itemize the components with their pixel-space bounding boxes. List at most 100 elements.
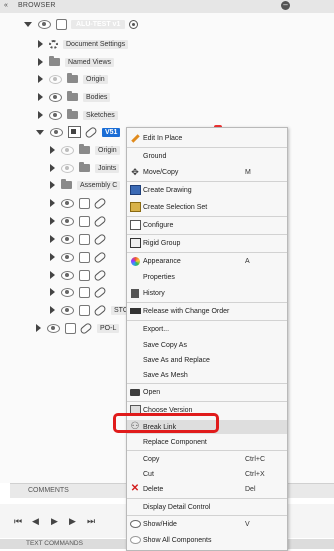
- menu-item-display-detail-control[interactable]: Display Detail Control: [127, 500, 287, 514]
- visibility-eye-icon[interactable]: [61, 252, 74, 262]
- menu-separator: [127, 216, 287, 217]
- menu-item-label: Create Drawing: [143, 186, 192, 194]
- link-icon: [93, 285, 107, 299]
- visibility-eye-icon[interactable]: [61, 270, 74, 280]
- menu-item-move-copy[interactable]: ✥ Move/Copy M: [127, 165, 287, 179]
- expand-caret-icon[interactable]: [38, 93, 43, 101]
- visibility-eye-icon[interactable]: [61, 198, 74, 208]
- tree-item-sub-origin[interactable]: Origin: [50, 143, 120, 157]
- tree-item-joints[interactable]: Joints: [50, 161, 120, 175]
- tree-item-subcomponent[interactable]: [50, 250, 111, 264]
- menu-item-save-as-replace[interactable]: Save As and Replace: [127, 353, 287, 367]
- visibility-eye-icon[interactable]: [49, 110, 62, 120]
- expand-caret-icon[interactable]: [50, 181, 55, 189]
- expand-caret-icon[interactable]: [38, 40, 43, 48]
- menu-item-edit-in-place[interactable]: Edit In Place: [127, 131, 287, 145]
- tree-item-sketches[interactable]: Sketches: [38, 108, 118, 122]
- tree-item-subcomponent[interactable]: [50, 268, 111, 282]
- tree-item-document-settings[interactable]: Document Settings: [38, 37, 129, 51]
- activate-radio-icon[interactable]: [129, 19, 139, 29]
- expand-caret-icon[interactable]: [50, 199, 55, 207]
- menu-separator: [127, 147, 287, 148]
- expand-caret-icon[interactable]: [50, 288, 55, 296]
- expand-caret-icon[interactable]: [50, 146, 55, 154]
- menu-item-create-drawing[interactable]: Create Drawing: [127, 183, 287, 197]
- menu-item-show-hide[interactable]: Show/Hide V: [127, 517, 287, 531]
- expand-caret-icon[interactable]: [50, 164, 55, 172]
- tree-item-selected-component[interactable]: V51: [36, 125, 121, 139]
- minimize-icon[interactable]: –: [281, 1, 290, 10]
- link-icon: [84, 125, 98, 139]
- expand-caret-icon[interactable]: [24, 21, 32, 27]
- expand-caret-icon[interactable]: [50, 235, 55, 243]
- expand-caret-icon[interactable]: [50, 271, 55, 279]
- tree-item-origin[interactable]: Origin: [38, 72, 108, 86]
- visibility-eye-icon[interactable]: [38, 19, 51, 29]
- menu-separator: [127, 302, 287, 303]
- expand-caret-icon[interactable]: [38, 58, 43, 66]
- menu-item-save-copy-as[interactable]: Save Copy As: [127, 338, 287, 352]
- go-to-end-icon[interactable]: ⏭: [87, 516, 95, 527]
- play-icon[interactable]: ▶: [51, 516, 58, 527]
- folder-icon: [67, 91, 78, 101]
- expand-caret-icon[interactable]: [36, 324, 41, 332]
- menu-item-show-all-components[interactable]: Show All Components: [127, 533, 287, 547]
- menu-item-replace-component[interactable]: Replace Component: [127, 435, 287, 449]
- expand-caret-icon[interactable]: [38, 111, 43, 119]
- visibility-eye-icon[interactable]: [49, 92, 62, 102]
- menu-item-shortcut: A: [245, 257, 250, 265]
- menu-item-cut[interactable]: Cut Ctrl+X: [127, 467, 287, 481]
- menu-item-create-selection-set[interactable]: Create Selection Set: [127, 200, 287, 214]
- visibility-eye-icon[interactable]: [61, 305, 74, 315]
- expand-caret-icon[interactable]: [50, 253, 55, 261]
- menu-item-configure[interactable]: Configure: [127, 218, 287, 232]
- rigid-group-icon: [129, 238, 141, 248]
- visibility-eye-icon[interactable]: [47, 323, 60, 333]
- visibility-eye-icon[interactable]: [61, 287, 74, 297]
- menu-item-ground[interactable]: Ground: [127, 149, 287, 163]
- collapse-icon[interactable]: «: [4, 2, 8, 9]
- component-icon: [79, 215, 90, 227]
- menu-separator: [127, 515, 287, 516]
- menu-item-label: Save As Mesh: [143, 371, 188, 379]
- menu-item-export[interactable]: Export...: [127, 322, 287, 336]
- tree-item-named-views[interactable]: Named Views: [38, 55, 115, 69]
- menu-item-save-as-mesh[interactable]: Save As Mesh: [127, 368, 287, 382]
- visibility-eye-icon[interactable]: [50, 127, 63, 137]
- step-forward-icon[interactable]: ▶: [69, 516, 76, 527]
- folder-icon: [79, 162, 90, 172]
- tree-root-row[interactable]: ALU-TEST v1: [24, 17, 139, 31]
- menu-item-release-change-order[interactable]: Release with Change Order: [127, 304, 287, 318]
- go-to-start-icon[interactable]: ⏮: [14, 516, 22, 527]
- menu-separator: [127, 320, 287, 321]
- tree-item-label: Document Settings: [63, 39, 129, 49]
- expand-caret-icon[interactable]: [50, 306, 55, 314]
- selection-set-icon: [129, 202, 141, 212]
- step-back-icon[interactable]: ◀: [32, 516, 39, 527]
- tree-item-bodies[interactable]: Bodies: [38, 90, 111, 104]
- tree-item-stock[interactable]: STOC: [50, 303, 137, 317]
- menu-item-appearance[interactable]: Appearance A: [127, 254, 287, 268]
- menu-item-open[interactable]: Open: [127, 385, 287, 399]
- tree-item-subcomponent[interactable]: [50, 214, 111, 228]
- visibility-eye-icon[interactable]: [61, 163, 74, 173]
- expand-caret-icon[interactable]: [36, 129, 44, 135]
- menu-item-history[interactable]: History: [127, 286, 287, 300]
- browser-title: BROWSER: [18, 2, 56, 9]
- visibility-eye-icon[interactable]: [49, 74, 62, 84]
- tree-item-subcomponent[interactable]: [50, 285, 111, 299]
- tree-item-subcomponent[interactable]: [50, 196, 111, 210]
- tree-item-assembly[interactable]: Assembly C: [50, 178, 121, 192]
- visibility-eye-icon[interactable]: [61, 145, 74, 155]
- tree-item-subcomponent[interactable]: [50, 232, 111, 246]
- menu-item-copy[interactable]: Copy Ctrl+C: [127, 452, 287, 466]
- menu-item-rigid-group[interactable]: Rigid Group: [127, 236, 287, 250]
- menu-item-properties[interactable]: Properties: [127, 270, 287, 284]
- visibility-eye-icon[interactable]: [61, 216, 74, 226]
- tree-item-label: PO-L: [97, 323, 120, 333]
- tree-item-po[interactable]: PO-L: [36, 321, 120, 335]
- visibility-eye-icon[interactable]: [61, 234, 74, 244]
- menu-item-delete[interactable]: ✕ Delete Del: [127, 482, 287, 496]
- expand-caret-icon[interactable]: [50, 217, 55, 225]
- expand-caret-icon[interactable]: [38, 75, 43, 83]
